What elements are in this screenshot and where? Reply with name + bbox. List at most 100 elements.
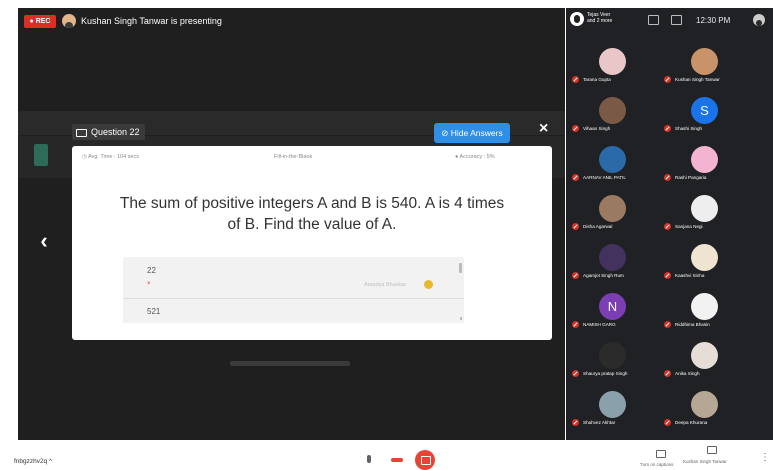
answers-list[interactable]: 22 × Aaradya Bhaskar 521 [123,257,464,323]
question-icon [76,128,87,137]
participant-initial: N [607,299,618,314]
participant-name: NAMISH GARG [583,322,616,327]
participant-tile[interactable]: Anika Singh [662,340,752,384]
question-header: Question 22 ⊘ Hide Answers [72,116,510,146]
participant-initial [691,244,718,271]
participant-tile[interactable]: Riddhima Bhasin [662,291,752,335]
camera-off-button[interactable] [415,450,435,470]
mic-muted-icon [664,419,671,426]
participant-avatar [599,97,626,124]
presenter-avatar [62,14,76,28]
camera-off-icon [421,456,431,465]
hide-answers-label: Hide Answers [450,128,503,138]
avg-time: ◷ Avg. Time : 104 secs [82,154,139,160]
mic-muted-icon [572,223,579,230]
participant-initial [599,195,626,222]
participant-tile[interactable]: Shaurya pratap Singh [570,340,660,384]
accuracy-text: Accuracy : 5% [459,154,495,160]
participant-avatar [691,342,718,369]
participant-avatar [599,391,626,418]
question-text-line: The sum of positive integers A and B is … [119,195,505,212]
participants-header: Tejas Veer and 2 more 12:30 PM [566,8,773,30]
previous-arrow-icon[interactable]: ‹ [35,230,53,252]
presenter-label[interactable]: Kushan Singh Tanwar [683,459,727,464]
participant-avatar [691,391,718,418]
participant-name: Disha Agarwal [583,224,613,229]
mic-muted-icon [572,125,579,132]
participant-tile[interactable]: Shahvez Akhtar [570,389,660,433]
participant-tile[interactable]: Agamjot Singh Rum [570,242,660,286]
participant-avatar [599,195,626,222]
mic-muted-icon [664,174,671,181]
participant-initial [691,391,718,418]
leave-call-button[interactable] [387,450,407,470]
participant-tile[interactable]: Kaashvi Sinha [662,242,752,286]
participant-tile[interactable]: Deepa Khurana [662,389,752,433]
hide-answers-button[interactable]: ⊘ Hide Answers [434,123,510,143]
participant-initial [599,244,626,271]
participant-initial: S [700,103,709,118]
participant-tile[interactable]: Sanjana Negi [662,193,752,237]
captions-label[interactable]: Turn on captions [640,462,673,467]
participant-name: Agamjot Singh Rum [583,273,624,278]
speaker-more: and 2 more [587,18,613,24]
participant-tile[interactable]: Tarana Gupta [570,46,660,90]
participant-initial [691,195,718,222]
mic-muted-icon [664,76,671,83]
participant-avatar [599,244,626,271]
divider [123,298,464,299]
answer-value: 521 [147,307,161,316]
speaker-names: Tejas Veer and 2 more [587,12,612,24]
question-card: ◷ Avg. Time : 104 secs Fill-in-the-Blank… [72,146,552,340]
mic-muted-icon [572,321,579,328]
captions-icon[interactable] [656,450,666,458]
question-type: Fill-in-the-Blank [274,154,313,160]
scrollbar[interactable] [459,263,462,273]
mic-muted-icon [664,370,671,377]
participant-avatar [599,48,626,75]
participant-initial [599,146,626,173]
participant-tile[interactable]: N NAMISH GARG [570,291,660,335]
participant-initial [599,97,626,124]
participant-name: Deepa Khurana [675,420,708,425]
self-avatar[interactable] [753,14,765,26]
meeting-code[interactable]: fnbgzzhv2q ^ [14,458,52,465]
end-call-icon [391,458,403,462]
participant-avatar [691,146,718,173]
people-icon[interactable] [648,15,659,25]
participant-tile[interactable]: Disha Agarwal [570,193,660,237]
participant-initial [691,293,718,320]
participant-avatar [691,48,718,75]
participant-name: Shashi Singh [675,126,703,131]
mic-muted-icon [664,125,671,132]
presenting-text: Kushan Singh Tanwar is presenting [81,16,222,26]
presentation-footer-bar [230,361,350,366]
participant-avatar: N [599,293,626,320]
participant-tile[interactable]: Vihaan Singh [570,95,660,139]
participant-name: Sanjana Negi [675,224,703,229]
answer-student-name: Aaradya Bhaskar [364,282,407,288]
participant-tile[interactable]: AARNAV ANIL PATIL [570,144,660,188]
close-icon[interactable]: × [539,120,548,138]
participant-name: Rashi Pangaria [675,175,707,180]
participant-name: Anika Singh [675,371,700,376]
chat-icon[interactable] [671,15,682,25]
presenting-icon[interactable] [707,446,717,454]
more-options-icon[interactable]: ⋮ [760,453,770,463]
participant-tile[interactable]: Kushan Singh Tanwar [662,46,752,90]
mic-muted-icon [572,370,579,377]
student-avatar [424,280,433,289]
mic-muted-icon [572,419,579,426]
participant-initial [691,342,718,369]
mic-muted-icon [572,76,579,83]
mic-muted-icon [572,272,579,279]
participant-tile[interactable]: S Shashi Singh [662,95,752,139]
question-text: The sum of positive integers A and B is … [80,193,544,235]
microphone-button[interactable] [359,450,379,470]
participant-name: Kushan Singh Tanwar [675,77,720,82]
participant-initial [599,342,626,369]
participant-tile[interactable]: Rashi Pangaria [662,144,752,188]
presentation-stage: ● REC Kushan Singh Tanwar is presenting … [18,8,565,440]
question-text-line: of B. Find the value of A. [227,216,397,233]
scroll-down-indicator[interactable] [460,317,462,320]
